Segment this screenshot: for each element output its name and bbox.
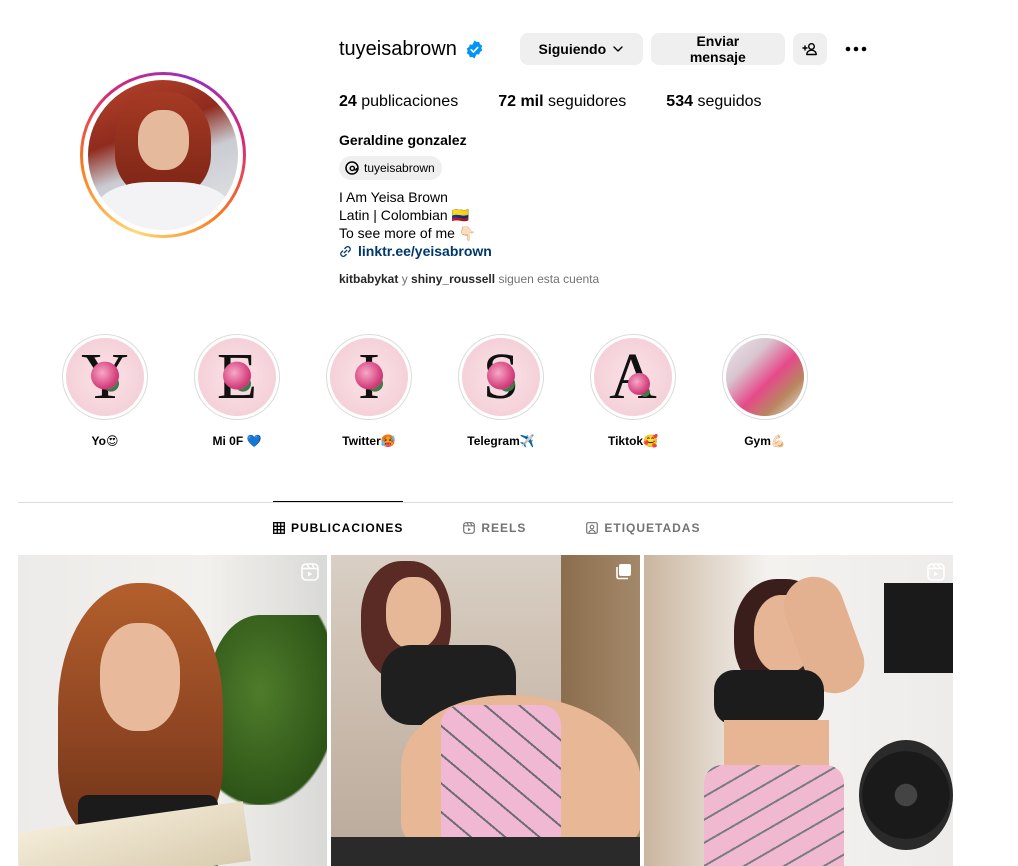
highlight-ring: Y bbox=[62, 334, 148, 420]
followers-label: seguidores bbox=[548, 93, 627, 110]
threads-badge[interactable]: tuyeisabrown bbox=[339, 156, 442, 180]
highlight-label: Gym💪🏻 bbox=[744, 434, 786, 448]
profile-bio: I Am Yeisa Brown Latin | Colombian 🇨🇴 To… bbox=[339, 188, 492, 260]
tab-label: ETIQUETADAS bbox=[604, 521, 701, 535]
threads-icon bbox=[345, 161, 359, 175]
bio-link[interactable]: linktr.ee/yeisabrown bbox=[339, 242, 492, 260]
followed-by-user-2: shiny_roussell bbox=[411, 272, 496, 286]
post-image-floor bbox=[331, 837, 640, 866]
post-thumbnail[interactable] bbox=[644, 555, 953, 866]
highlight-item[interactable]: I Twitter🥵 bbox=[326, 334, 412, 448]
highlight-ring bbox=[722, 334, 808, 420]
followed-by-suffix: siguen esta cuenta bbox=[498, 272, 600, 286]
bio-line-1: I Am Yeisa Brown bbox=[339, 189, 448, 205]
highlight-ring: E bbox=[194, 334, 280, 420]
bio-line-2: Latin | Colombian 🇨🇴 bbox=[339, 207, 470, 223]
followed-by-joiner: y bbox=[401, 272, 408, 286]
suggest-users-button[interactable] bbox=[792, 33, 827, 65]
followers-stat[interactable]: 72 mil seguidores bbox=[498, 93, 626, 111]
posts-count: 24 bbox=[339, 93, 357, 110]
send-message-label: Enviar mensaje bbox=[689, 33, 746, 65]
more-options-button[interactable] bbox=[841, 33, 871, 65]
grid-icon bbox=[273, 522, 285, 534]
avatar-shirt bbox=[95, 182, 231, 230]
post-thumbnail[interactable] bbox=[331, 555, 640, 866]
highlight-cover: Y bbox=[66, 338, 144, 416]
post-thumbnail[interactable] bbox=[18, 555, 327, 866]
bio-line-3: To see more of me 👇🏻 bbox=[339, 225, 477, 241]
tab-publicaciones[interactable]: PUBLICACIONES bbox=[273, 501, 404, 554]
send-message-button[interactable]: Enviar mensaje bbox=[650, 33, 785, 65]
highlight-item[interactable]: E Mi 0F 💙 bbox=[194, 334, 280, 448]
following-count: 534 bbox=[666, 93, 693, 110]
highlight-item[interactable]: Y Yo😍 bbox=[62, 334, 148, 448]
profile-tabs: PUBLICACIONES REELS ETIQUETADAS bbox=[273, 501, 760, 554]
posts-label: publicaciones bbox=[361, 93, 459, 110]
reel-icon bbox=[301, 563, 319, 581]
story-highlights: Y Yo😍 E Mi 0F 💙 I Twitter🥵 S bbox=[62, 334, 854, 448]
bio-link-text: linktr.ee/yeisabrown bbox=[358, 243, 492, 259]
link-icon bbox=[340, 245, 351, 257]
verified-badge-icon bbox=[466, 39, 482, 59]
rose-icon bbox=[487, 361, 515, 390]
post-image-fan bbox=[859, 740, 953, 850]
add-user-icon bbox=[802, 43, 817, 56]
highlight-ring: A bbox=[590, 334, 676, 420]
post-image-tv bbox=[884, 583, 953, 673]
highlight-label: Yo😍 bbox=[91, 434, 119, 448]
profile-header-row: tuyeisabrown Siguiendo Enviar mensaje bbox=[339, 33, 871, 65]
avatar-frame bbox=[83, 75, 243, 235]
chevron-down-icon bbox=[613, 46, 623, 52]
rose-icon bbox=[91, 361, 119, 390]
highlight-label: Twitter🥵 bbox=[342, 434, 396, 448]
highlight-item[interactable]: A Tiktok🥰 bbox=[590, 334, 676, 448]
post-image-face bbox=[100, 623, 180, 731]
highlight-cover: E bbox=[198, 338, 276, 416]
tagged-icon bbox=[586, 522, 599, 534]
highlight-ring: I bbox=[326, 334, 412, 420]
avatar[interactable] bbox=[88, 80, 238, 230]
highlight-label: Tiktok🥰 bbox=[607, 434, 659, 448]
profile-full-name: Geraldine gonzalez bbox=[339, 132, 467, 148]
highlight-cover: A bbox=[594, 338, 672, 416]
highlight-ring: S bbox=[458, 334, 544, 420]
post-image-top bbox=[714, 670, 824, 725]
following-stat[interactable]: 534 seguidos bbox=[666, 93, 761, 111]
highlight-cover-photo bbox=[726, 338, 804, 416]
rose-icon bbox=[223, 361, 251, 390]
more-options-icon bbox=[845, 46, 867, 52]
post-image-plant bbox=[208, 615, 327, 805]
followed-by[interactable]: kitbabykat y shiny_roussell siguen esta … bbox=[339, 272, 599, 286]
carousel-icon bbox=[616, 564, 631, 580]
rose-icon bbox=[355, 361, 383, 390]
tab-label: PUBLICACIONES bbox=[291, 521, 404, 535]
highlight-label: Telegram✈️ bbox=[467, 434, 535, 448]
followed-by-user-1: kitbabykat bbox=[339, 272, 399, 286]
followers-count: 72 mil bbox=[498, 93, 544, 110]
following-button[interactable]: Siguiendo bbox=[519, 33, 643, 65]
threads-handle: tuyeisabrown bbox=[364, 161, 435, 175]
tab-reels[interactable]: REELS bbox=[463, 502, 526, 554]
avatar-face bbox=[137, 110, 189, 170]
profile-stats: 24 publicaciones 72 mil seguidores 534 s… bbox=[339, 93, 802, 111]
posts-grid bbox=[18, 555, 957, 866]
posts-stat: 24 publicaciones bbox=[339, 93, 458, 111]
tab-etiquetadas[interactable]: ETIQUETADAS bbox=[586, 502, 700, 554]
post-image-face bbox=[386, 577, 441, 649]
rose-icon bbox=[628, 372, 651, 395]
highlight-cover: S bbox=[462, 338, 540, 416]
reel-icon bbox=[927, 563, 945, 581]
profile-username: tuyeisabrown bbox=[339, 37, 457, 60]
highlight-cover: I bbox=[330, 338, 408, 416]
tab-label: REELS bbox=[481, 521, 527, 535]
highlight-label: Mi 0F 💙 bbox=[212, 434, 262, 448]
post-image-skirt bbox=[441, 705, 561, 855]
profile-avatar-ring[interactable] bbox=[80, 72, 246, 238]
highlight-item[interactable]: Gym💪🏻 bbox=[722, 334, 808, 448]
following-button-label: Siguiendo bbox=[538, 41, 607, 57]
reels-icon bbox=[463, 522, 476, 534]
following-label: seguidos bbox=[697, 93, 762, 110]
highlight-item[interactable]: S Telegram✈️ bbox=[458, 334, 544, 448]
post-image-skirt bbox=[704, 765, 844, 866]
